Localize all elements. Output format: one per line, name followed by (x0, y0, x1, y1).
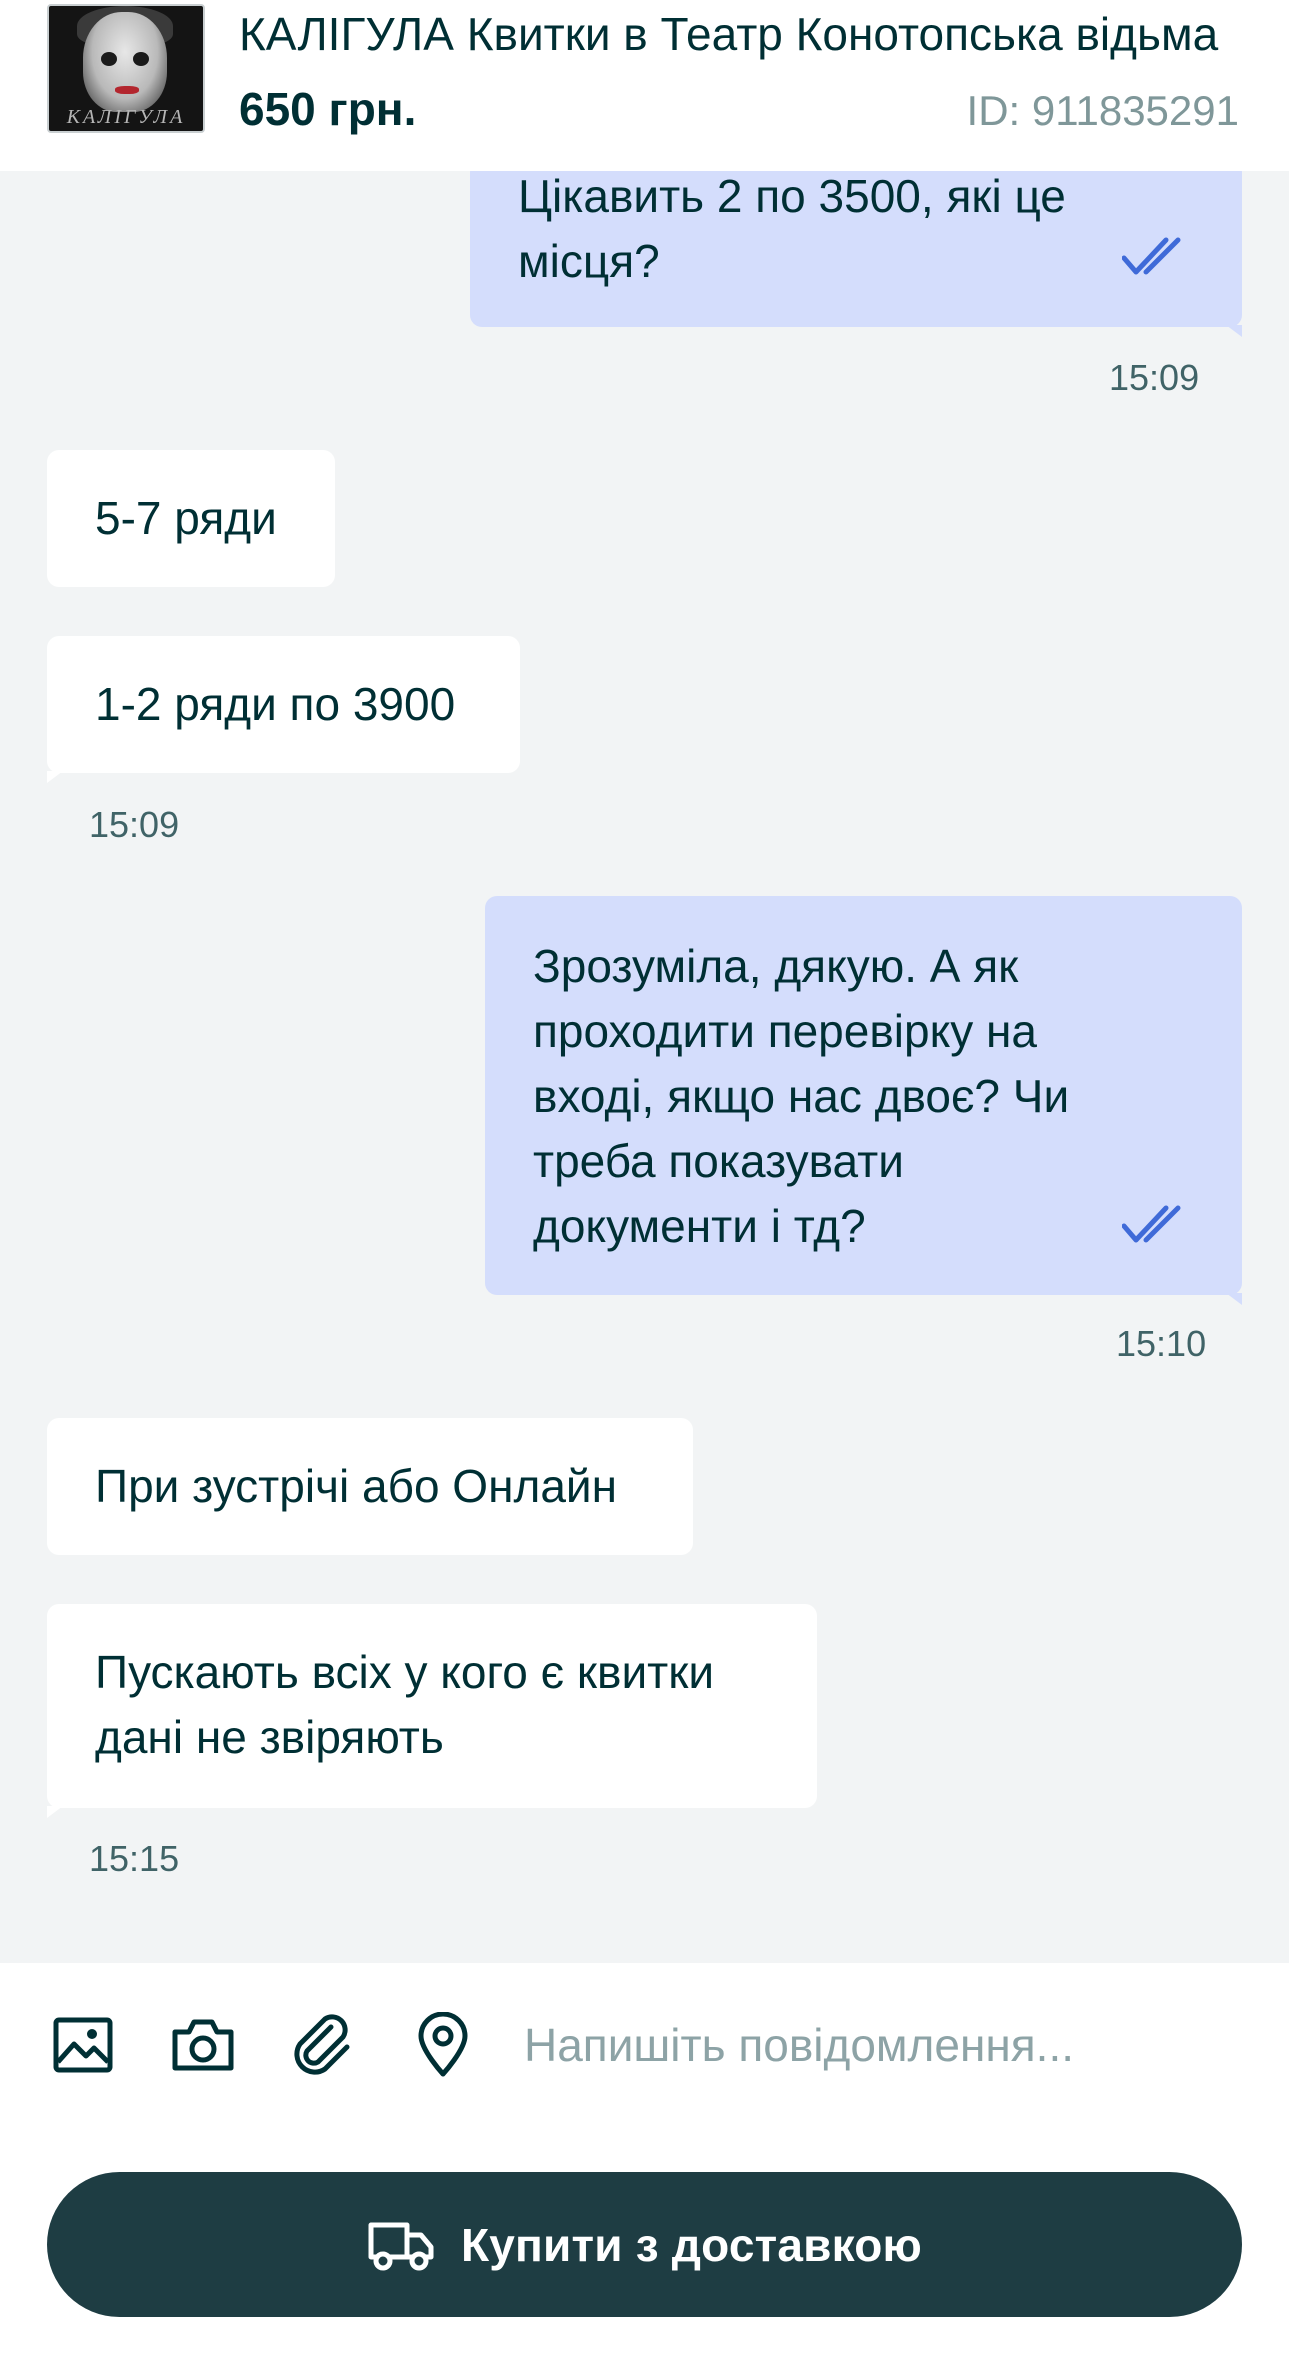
paperclip-icon (294, 2014, 350, 2075)
truck-icon (368, 2222, 434, 2270)
incoming-message[interactable]: При зустрічі або Онлайн (47, 1418, 693, 1555)
incoming-message[interactable]: 5-7 ряди (47, 450, 335, 587)
message-time: 15:15 (89, 1838, 180, 1879)
attach-file-button[interactable] (288, 2010, 358, 2080)
location-button[interactable] (408, 2010, 478, 2080)
listing-id: ID: 911835291 (966, 87, 1239, 134)
message-text: 5-7 ряди (95, 492, 277, 544)
message-input[interactable] (524, 2006, 1244, 2084)
message-time: 15:09 (1109, 357, 1200, 398)
thumbnail-eye-right (133, 52, 149, 66)
listing-title[interactable]: КАЛІГУЛА Квитки в Театр Конотопська відь… (239, 6, 1239, 62)
incoming-message[interactable]: 1-2 ряди по 3900 (47, 636, 520, 783)
listing-price: 650 грн. (239, 83, 417, 135)
message-time: 15:10 (1116, 1323, 1207, 1364)
thumbnail-face (83, 12, 167, 112)
listing-thumbnail[interactable]: КАЛІГУЛА (47, 4, 205, 133)
read-receipt-icon (1122, 1205, 1181, 1243)
message-text: Пускають всіх у кого є квитки дані не зв… (95, 1646, 715, 1763)
thumbnail-eye-left (101, 52, 117, 66)
message-time: 15:09 (89, 804, 180, 845)
buy-with-delivery-button[interactable]: Купити з доставкою (47, 2172, 1242, 2317)
camera-icon (172, 2019, 234, 2071)
image-upload-button[interactable] (48, 2010, 118, 2080)
buy-button-label: Купити з доставкою (460, 2218, 923, 2271)
message-text: Зрозуміла, дякую. А як проходити перевір… (533, 940, 1070, 1252)
thumbnail-logo-text: КАЛІГУЛА (66, 106, 186, 128)
outgoing-message[interactable]: Цікавить 2 по 3500, які це місця? (470, 160, 1242, 337)
image-icon (53, 2017, 113, 2073)
read-receipt-icon (1122, 237, 1181, 275)
incoming-message[interactable]: Пускають всіх у кого є квитки дані не зв… (47, 1604, 817, 1818)
camera-button[interactable] (168, 2010, 238, 2080)
listing-header[interactable]: КАЛІГУЛА КАЛІГУЛА Квитки в Театр Конотоп… (0, 0, 1289, 171)
thumbnail-mouth (115, 86, 139, 94)
outgoing-message[interactable]: Зрозуміла, дякую. А як проходити перевір… (485, 896, 1242, 1305)
message-text: Цікавить 2 по 3500, які це місця? (518, 170, 1066, 287)
message-text: При зустрічі або Онлайн (95, 1460, 618, 1512)
message-text: 1-2 ряди по 3900 (95, 678, 456, 730)
location-pin-icon (418, 2012, 468, 2077)
